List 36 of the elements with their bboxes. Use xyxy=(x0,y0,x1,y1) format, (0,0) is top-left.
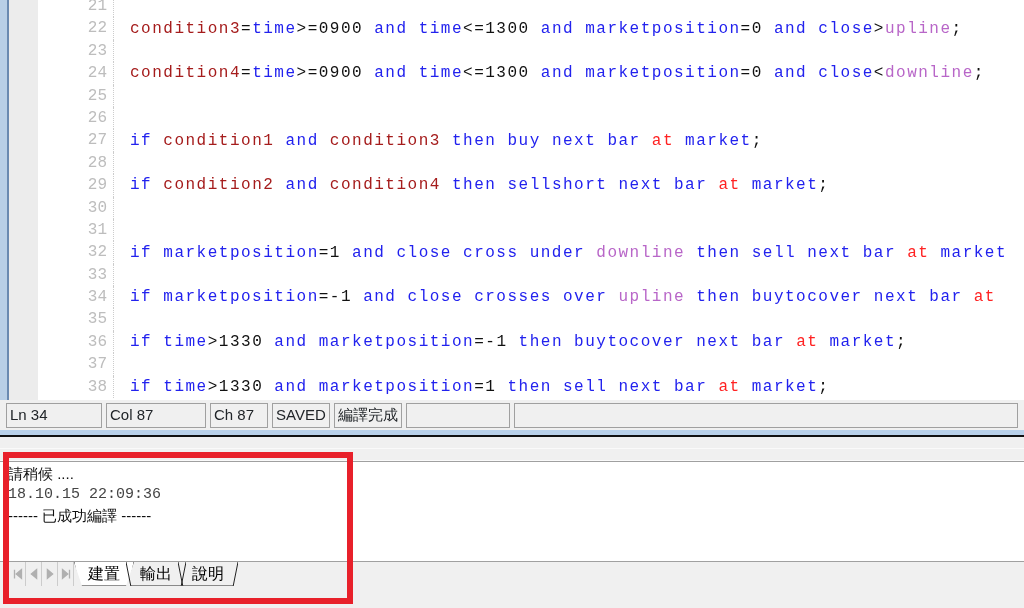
code-line: if marketposition=-1 and close crosses over upline then buytocover next bar at xyxy=(130,287,996,309)
line-number: 22 xyxy=(38,17,114,40)
line-number: 28 xyxy=(38,151,114,175)
line-number: 33 xyxy=(38,263,114,287)
code-line: condition4=time>=0900 and time<=1300 and marketposition=0 and close<downline; xyxy=(130,63,985,85)
code-line: if condition2 and condition4 then sellshort next bar at market; xyxy=(130,175,830,197)
line-number: 37 xyxy=(38,353,114,376)
line-number: 38 xyxy=(38,375,114,399)
line-number: 32 xyxy=(38,241,114,264)
output-line: 18.10.15 22:09:36 xyxy=(8,485,163,505)
line-number: 23 xyxy=(38,39,114,63)
output-line: ------ 已成功編譯 ------ xyxy=(8,506,153,526)
line-number: 25 xyxy=(38,84,114,107)
line-number: 31 xyxy=(38,218,114,242)
line-number: 35 xyxy=(38,308,114,331)
status-field: Col 87 xyxy=(106,403,206,428)
tab[interactable]: 建置 xyxy=(74,562,134,586)
line-number: 27 xyxy=(38,129,114,152)
code-line: condition3=time>=0900 and time<=1300 and marketposition=0 and close>upline; xyxy=(130,18,963,40)
line-number: 34 xyxy=(38,286,114,309)
status-field: SAVED xyxy=(272,403,330,428)
code-line: if time>1330 and marketposition=-1 then buytocover next bar at market; xyxy=(130,332,908,354)
status-field: Ln 34 xyxy=(6,403,102,428)
status-field: Ch 87 xyxy=(210,403,268,428)
tab[interactable]: 輸出 xyxy=(126,562,186,586)
line-number: 29 xyxy=(38,174,114,197)
status-field: 編譯完成 xyxy=(334,403,402,428)
line-number: 26 xyxy=(38,106,114,130)
line-number: 36 xyxy=(38,330,114,354)
line-number: 24 xyxy=(38,62,114,85)
tab[interactable]: 說明 xyxy=(178,562,238,586)
code-line: if marketposition=1 and close cross under downline then sell next bar at market xyxy=(130,242,1008,264)
code-line: if time>1330 and marketposition=1 then sell next bar at market; xyxy=(130,376,830,398)
code-line: if condition1 and condition3 then buy next bar at market; xyxy=(130,130,763,152)
line-number: 30 xyxy=(38,196,114,219)
line-number: 21 xyxy=(38,0,114,18)
